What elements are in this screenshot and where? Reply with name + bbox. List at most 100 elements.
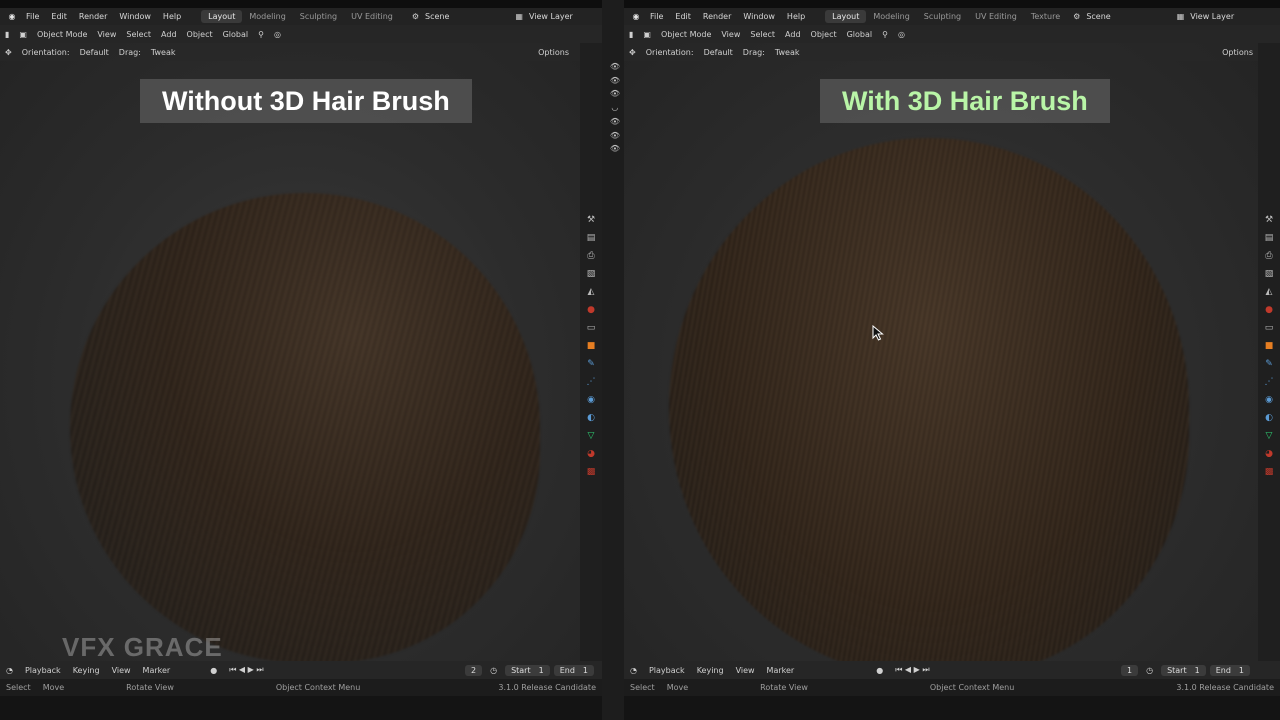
current-frame-field[interactable]: 2 (464, 664, 483, 676)
timeline-editor-icon[interactable]: ◔ (0, 666, 19, 675)
keying-menu[interactable]: Keying (67, 666, 106, 675)
view-menu[interactable]: View (730, 666, 761, 675)
area-divider[interactable]: 👁 👁 👁 ◡ 👁 👁 👁 (602, 0, 624, 720)
eye-icon[interactable]: 👁 (610, 74, 620, 88)
eye-icon[interactable]: 👁 (610, 87, 620, 101)
scene-tab-icon[interactable]: ◭ (1263, 286, 1275, 298)
modifier-tab-icon[interactable]: ✎ (1263, 358, 1275, 370)
editor-type-icon[interactable]: ▣ (14, 30, 32, 39)
tab-sculpting[interactable]: Sculpting (917, 10, 968, 23)
record-icon[interactable]: ● (204, 666, 223, 675)
viewport-3d[interactable]: ✥ Orientation: Default Drag: Tweak Optio… (0, 43, 602, 661)
constraints-tab-icon[interactable]: ◐ (585, 412, 597, 424)
view-layer-tab-icon[interactable]: ▧ (585, 268, 597, 280)
tab-layout[interactable]: Layout (201, 10, 243, 23)
timeline-editor-icon[interactable]: ◔ (624, 666, 643, 675)
menu-object[interactable]: Object (806, 30, 842, 39)
collection-tab-icon[interactable]: ▭ (585, 322, 597, 334)
snap-icon[interactable]: ⚲ (253, 30, 269, 39)
menu-view[interactable]: View (92, 30, 121, 39)
menu-help[interactable]: Help (781, 12, 811, 21)
tab-modeling[interactable]: Modeling (866, 10, 916, 23)
orientation-dropdown[interactable]: Default (75, 48, 114, 57)
tool-tab-icon[interactable]: ⚒ (1263, 214, 1275, 226)
menu-view[interactable]: View (716, 30, 745, 39)
menu-edit[interactable]: Edit (669, 12, 697, 21)
world-tab-icon[interactable]: ● (1263, 304, 1275, 316)
texture-tab-icon[interactable]: ▩ (585, 466, 597, 478)
constraints-tab-icon[interactable]: ◐ (1263, 412, 1275, 424)
menu-window[interactable]: Window (113, 12, 157, 21)
collection-tab-icon[interactable]: ▭ (1263, 322, 1275, 334)
options-dropdown[interactable]: Options (533, 48, 574, 57)
tab-texture[interactable]: Texture (1024, 10, 1067, 23)
menu-render[interactable]: Render (697, 12, 737, 21)
start-frame-field[interactable]: Start 1 (1161, 664, 1206, 676)
view-layer-selector[interactable]: View Layer (523, 12, 579, 21)
menu-add[interactable]: Add (156, 30, 182, 39)
tab-uv-editing[interactable]: UV Editing (344, 10, 400, 23)
view-layer-tab-icon[interactable]: ▧ (1263, 268, 1275, 280)
particles-tab-icon[interactable]: ⋰ (1263, 376, 1275, 388)
transform-orientation[interactable]: Global (218, 30, 254, 39)
marker-menu[interactable]: Marker (761, 666, 801, 675)
eye-icon[interactable]: 👁 (610, 142, 620, 156)
render-tab-icon[interactable]: ▤ (1263, 232, 1275, 244)
output-tab-icon[interactable]: ⎙ (585, 250, 597, 262)
marker-menu[interactable]: Marker (137, 666, 177, 675)
playback-menu[interactable]: Playback (19, 666, 67, 675)
eye-icon[interactable]: 👁 (610, 60, 620, 74)
world-tab-icon[interactable]: ● (585, 304, 597, 316)
scene-tab-icon[interactable]: ◭ (585, 286, 597, 298)
keying-menu[interactable]: Keying (691, 666, 730, 675)
scene-selector[interactable]: Scene (419, 12, 455, 21)
material-tab-icon[interactable]: ◕ (585, 448, 597, 460)
drag-dropdown[interactable]: Tweak (146, 48, 181, 57)
menu-render[interactable]: Render (73, 12, 113, 21)
output-tab-icon[interactable]: ⎙ (1263, 250, 1275, 262)
proportional-icon[interactable]: ◎ (269, 30, 286, 39)
proportional-icon[interactable]: ◎ (893, 30, 910, 39)
material-tab-icon[interactable]: ◕ (1263, 448, 1275, 460)
particles-tab-icon[interactable]: ⋰ (585, 376, 597, 388)
end-frame-field[interactable]: End 1 (1209, 664, 1250, 676)
menu-file[interactable]: File (644, 12, 669, 21)
menu-select[interactable]: Select (745, 30, 780, 39)
start-frame-field[interactable]: Start 1 (505, 664, 550, 676)
eye-closed-icon[interactable]: ◡ (611, 101, 618, 115)
menu-help[interactable]: Help (157, 12, 187, 21)
mode-selector[interactable]: Object Mode (656, 30, 716, 39)
orientation-dropdown[interactable]: Default (699, 48, 738, 57)
current-frame-field[interactable]: 1 (1120, 664, 1139, 676)
playback-menu[interactable]: Playback (643, 666, 691, 675)
blender-logo-icon[interactable]: ◉ (4, 12, 20, 21)
end-frame-field[interactable]: End 1 (553, 664, 594, 676)
modifier-tab-icon[interactable]: ✎ (585, 358, 597, 370)
record-icon[interactable]: ● (870, 666, 889, 675)
menu-add[interactable]: Add (780, 30, 806, 39)
tab-modeling[interactable]: Modeling (242, 10, 292, 23)
transform-orientation[interactable]: Global (842, 30, 878, 39)
object-tab-icon[interactable]: ■ (585, 340, 597, 352)
physics-tab-icon[interactable]: ◉ (1263, 394, 1275, 406)
menu-object[interactable]: Object (182, 30, 218, 39)
eye-icon[interactable]: 👁 (610, 129, 620, 143)
blender-logo-icon[interactable]: ◉ (628, 12, 644, 21)
playback-controls-icon[interactable]: ⏮ ◀ ▶ ⏭ (889, 665, 935, 675)
bookmark-icon[interactable]: ▮ (0, 30, 14, 39)
eye-icon[interactable]: 👁 (610, 115, 620, 129)
options-dropdown[interactable]: Options (1217, 48, 1258, 57)
menu-edit[interactable]: Edit (45, 12, 73, 21)
tab-sculpting[interactable]: Sculpting (293, 10, 344, 23)
data-tab-icon[interactable]: ▽ (1263, 430, 1275, 442)
physics-tab-icon[interactable]: ◉ (585, 394, 597, 406)
data-tab-icon[interactable]: ▽ (585, 430, 597, 442)
mode-selector[interactable]: Object Mode (32, 30, 92, 39)
snap-icon[interactable]: ⚲ (877, 30, 893, 39)
scene-selector[interactable]: Scene (1080, 12, 1116, 21)
menu-window[interactable]: Window (737, 12, 781, 21)
viewport-3d[interactable]: ✥ Orientation: Default Drag: Tweak Optio… (624, 43, 1258, 661)
view-layer-selector[interactable]: View Layer (1184, 12, 1240, 21)
object-tab-icon[interactable]: ■ (1263, 340, 1275, 352)
tab-layout[interactable]: Layout (825, 10, 867, 23)
